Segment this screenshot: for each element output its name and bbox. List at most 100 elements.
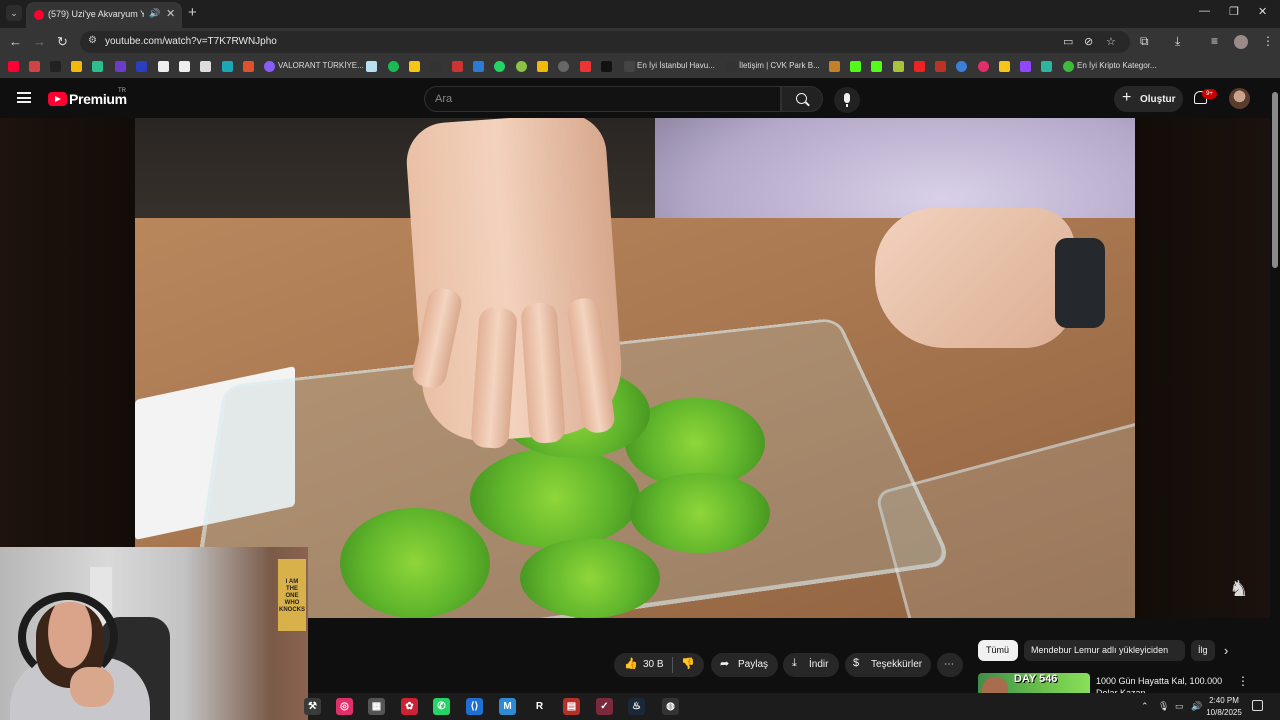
bookmark-binance-icon[interactable] xyxy=(537,61,548,72)
taskbar-app-icon[interactable]: ✿ xyxy=(401,698,418,715)
chip-all[interactable]: Tümü xyxy=(978,640,1018,661)
taskbar-app-icon[interactable]: ◍ xyxy=(662,698,679,715)
bookmark-valorant-icon[interactable] xyxy=(264,61,275,72)
chevron-right-icon[interactable]: › xyxy=(1224,643,1228,658)
bookmark-icon[interactable] xyxy=(829,61,840,72)
bookmark-icon[interactable] xyxy=(179,61,190,72)
cast-icon[interactable]: ▭ xyxy=(1063,35,1073,48)
minimize-icon[interactable]: — xyxy=(1199,5,1210,17)
vscode-icon[interactable]: ⟨⟩ xyxy=(466,698,483,715)
browser-tab-active[interactable]: (579) Uzi'ye Akvaryum Yaptı 🔊 ✕ xyxy=(26,2,182,28)
volume-icon[interactable]: 🔊 xyxy=(1191,701,1202,712)
eye-off-icon[interactable]: ⊘ xyxy=(1084,35,1093,48)
bookmark-star-icon[interactable]: ☆ xyxy=(1106,35,1116,48)
bookmark-twitch-icon[interactable] xyxy=(1020,61,1031,72)
chip-related[interactable]: İlg xyxy=(1191,640,1215,661)
close-window-icon[interactable]: ✕ xyxy=(1258,5,1267,18)
more-vert-icon[interactable]: ⋮ xyxy=(1237,674,1249,688)
taskbar-app-icon[interactable]: ▤ xyxy=(563,698,580,715)
bookmark-icon[interactable] xyxy=(580,61,591,72)
bookmark-binance-icon[interactable] xyxy=(71,61,82,72)
bookmark-icon[interactable] xyxy=(956,61,967,72)
bookmark-icon[interactable] xyxy=(158,61,169,72)
bookmark-icon[interactable] xyxy=(200,61,211,72)
bookmark-icon[interactable] xyxy=(1041,61,1052,72)
video-player[interactable] xyxy=(135,118,1135,618)
bookmark-icon[interactable] xyxy=(222,61,233,72)
download-button[interactable]: ⤓ İndir xyxy=(783,653,839,677)
search-input[interactable] xyxy=(435,93,765,105)
bookmark-x-icon[interactable] xyxy=(601,61,612,72)
voice-search-button[interactable] xyxy=(834,87,860,113)
bookmark-whatsapp-icon[interactable] xyxy=(494,61,505,72)
thumbs-down-icon[interactable]: 👎 xyxy=(681,657,695,670)
taskbar-app-icon[interactable]: R xyxy=(531,698,548,715)
bookmark-icon[interactable] xyxy=(914,61,925,72)
search-button[interactable] xyxy=(781,86,823,112)
browser-menu-icon[interactable]: ⋮ xyxy=(1262,34,1274,48)
forward-icon[interactable]: → xyxy=(33,34,46,49)
bookmark-label-valorant[interactable]: VALORANT TÜRKİYE... xyxy=(278,61,364,70)
page-scrollbar-thumb[interactable] xyxy=(1272,92,1278,268)
tray-chevron-up-icon[interactable]: ⌃ xyxy=(1141,701,1149,712)
account-avatar[interactable] xyxy=(1229,88,1250,109)
bookmark-spotify-icon[interactable] xyxy=(388,61,399,72)
bookmark-icon[interactable] xyxy=(50,61,61,72)
bookmark-icon[interactable] xyxy=(893,61,904,72)
bookmark-icon[interactable] xyxy=(452,61,463,72)
notification-center-icon[interactable] xyxy=(1252,700,1263,711)
close-tab-icon[interactable]: ✕ xyxy=(166,7,175,20)
bookmark-label-istanbul[interactable]: En İyi İstanbul Havu... xyxy=(637,61,715,70)
bookmark-icon[interactable] xyxy=(978,61,989,72)
bookmark-icon[interactable] xyxy=(366,61,377,72)
new-tab-button[interactable]: + xyxy=(188,4,197,21)
network-icon[interactable]: ▭ xyxy=(1175,701,1184,712)
like-count[interactable]: 30 B xyxy=(643,659,664,670)
back-icon[interactable]: ← xyxy=(9,34,22,49)
bookmark-gmail-icon[interactable] xyxy=(29,61,40,72)
speaker-icon[interactable]: 🔊 xyxy=(149,8,160,19)
profile-icon[interactable] xyxy=(1234,35,1248,49)
taskbar-app-icon[interactable]: ▦ xyxy=(368,698,385,715)
whatsapp-icon[interactable]: ✆ xyxy=(433,698,450,715)
taskbar-app-icon[interactable]: M xyxy=(499,698,516,715)
reload-icon[interactable]: ↻ xyxy=(57,34,68,50)
omnibox[interactable]: ⚙ youtube.com/watch?v=T7K7RWNJpho ▭ ⊘ ☆ xyxy=(80,31,1130,53)
site-info-icon[interactable]: ⚙ xyxy=(88,35,97,46)
taskbar-app-icon[interactable]: ✓ xyxy=(596,698,613,715)
reading-list-icon[interactable]: ≡ xyxy=(1211,34,1218,48)
taskbar-app-icon[interactable]: ◎ xyxy=(336,698,353,715)
clock-time[interactable]: 2:40 PM xyxy=(1204,696,1244,705)
bookmark-icon[interactable] xyxy=(115,61,126,72)
clock-date[interactable]: 10/8/2025 xyxy=(1204,708,1244,717)
bookmark-kick-icon[interactable] xyxy=(871,61,882,72)
bookmark-label-crypto[interactable]: En İyi Kripto Kategor... xyxy=(1077,61,1157,70)
bookmark-icon[interactable] xyxy=(624,61,635,72)
bookmark-icon[interactable] xyxy=(999,61,1010,72)
url-text[interactable]: youtube.com/watch?v=T7K7RWNJpho xyxy=(105,36,277,47)
bookmark-icon[interactable] xyxy=(935,61,946,72)
bookmark-icon[interactable] xyxy=(243,61,254,72)
bookmark-icon[interactable] xyxy=(558,61,569,72)
bookmark-imdb-icon[interactable] xyxy=(409,61,420,72)
restore-icon[interactable]: ❐ xyxy=(1229,5,1239,18)
create-button[interactable]: + Oluştur xyxy=(1114,86,1183,112)
bookmark-icon[interactable] xyxy=(726,61,737,72)
bookmark-icon[interactable] xyxy=(473,61,484,72)
bookmark-icon[interactable] xyxy=(430,61,441,72)
bookmark-youtube-icon[interactable] xyxy=(8,61,19,72)
bookmark-label-cvk[interactable]: İletişim | CVK Park B... xyxy=(739,61,820,70)
thumbs-up-icon[interactable]: 👍 xyxy=(624,657,638,670)
tab-search-button[interactable]: ⌄ xyxy=(6,5,22,21)
thanks-button[interactable]: $ Teşekkürler xyxy=(845,653,931,677)
taskbar-app-icon[interactable]: ⚒ xyxy=(304,698,321,715)
extensions-icon[interactable]: ⧉ xyxy=(1140,34,1149,49)
bookmark-crypto-icon[interactable] xyxy=(1063,61,1074,72)
bookmark-kick-icon[interactable] xyxy=(850,61,861,72)
chip-uploader[interactable]: Mendebur Lemur adlı yükleyiciden xyxy=(1024,640,1185,661)
recommended-title[interactable]: 1000 Gün Hayatta Kal, 100.000 Dolar Kaza… xyxy=(1096,675,1228,693)
bookmark-icon[interactable] xyxy=(92,61,103,72)
bookmark-icon[interactable] xyxy=(516,61,527,72)
recommended-thumbnail[interactable]: DAY 546 xyxy=(978,673,1090,693)
download-icon[interactable]: ⤓ xyxy=(1175,34,1180,49)
